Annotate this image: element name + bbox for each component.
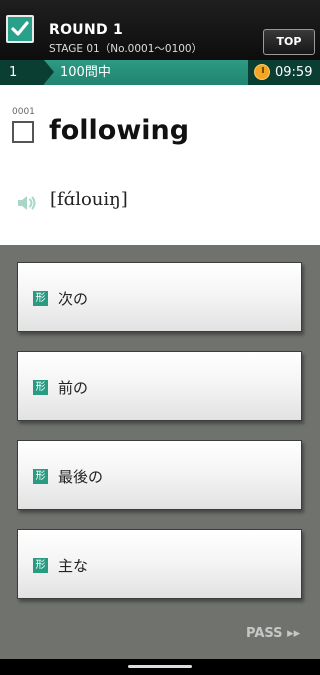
part-of-speech-badge: 形: [33, 291, 48, 306]
timer-text: 09:59: [275, 65, 313, 80]
question-index: 1: [0, 60, 44, 85]
answer-option-4[interactable]: 形 主な: [17, 529, 302, 599]
clock-icon: [254, 64, 270, 80]
option-label: 最後の: [58, 468, 104, 486]
word-panel: 0001 following [fɑ́louiŋ]: [0, 85, 320, 245]
pronunciation: [fɑ́louiŋ]: [50, 189, 128, 210]
part-of-speech-badge: 形: [33, 469, 48, 484]
answer-option-3[interactable]: 形 最後の: [17, 440, 302, 510]
top-button[interactable]: TOP: [263, 29, 315, 55]
word-checkbox[interactable]: [12, 121, 34, 143]
option-label: 主な: [58, 557, 89, 575]
round-title: ROUND 1: [49, 22, 124, 38]
option-label: 前の: [58, 379, 89, 397]
word-text: following: [49, 115, 190, 146]
timer: 09:59: [248, 60, 320, 85]
check-icon[interactable]: [6, 15, 34, 43]
status-bar: 1 100問中 09:59: [0, 60, 320, 85]
part-of-speech-badge: 形: [33, 380, 48, 395]
home-indicator[interactable]: [128, 665, 192, 668]
pass-button[interactable]: PASS ▸▸: [246, 626, 300, 641]
answer-option-2[interactable]: 形 前の: [17, 351, 302, 421]
word-number: 0001: [12, 107, 35, 117]
stage-text: STAGE 01（No.0001〜0100）: [49, 43, 203, 55]
option-label: 次の: [58, 290, 89, 308]
part-of-speech-badge: 形: [33, 558, 48, 573]
answer-option-1[interactable]: 形 次の: [17, 262, 302, 332]
system-nav-bar: [0, 659, 320, 675]
app-header: ROUND 1 STAGE 01（No.0001〜0100） TOP: [0, 0, 320, 60]
question-count: 100問中: [60, 65, 111, 80]
status-notch: [44, 60, 54, 84]
speaker-icon[interactable]: [16, 193, 38, 217]
